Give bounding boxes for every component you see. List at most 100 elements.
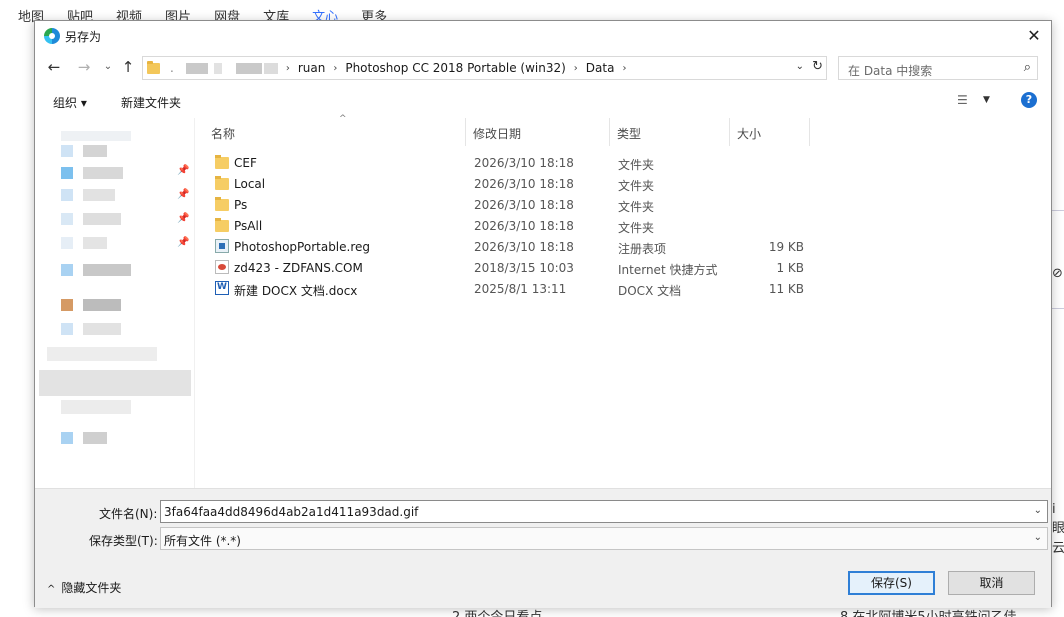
file-row[interactable]: PsAll 2026/3/10 18:18 文件夹 xyxy=(196,215,796,236)
file-date: 2026/3/10 18:18 xyxy=(474,156,574,170)
refresh-icon[interactable]: ↻ xyxy=(812,59,823,74)
pin-icon[interactable]: 📌 xyxy=(177,237,189,248)
file-name: PhotoshopPortable.reg xyxy=(234,240,371,254)
bg-divider xyxy=(1052,308,1064,309)
bg-right-text: i眼 xyxy=(1052,502,1064,536)
column-header-label: 大小 xyxy=(737,127,762,141)
chevron-right-icon[interactable]: › xyxy=(622,63,626,74)
breadcrumb-item[interactable]: ruan xyxy=(298,61,326,75)
file-row[interactable]: Local 2026/3/10 18:18 文件夹 xyxy=(196,173,796,194)
pin-icon[interactable]: 📌 xyxy=(177,165,189,176)
command-toolbar: 组织 ▾ 新建文件夹 ☰ ▼ ? xyxy=(35,89,1051,115)
file-type: 文件夹 xyxy=(618,200,655,214)
search-box[interactable]: 在 Data 中搜索 ⌕ xyxy=(838,56,1038,80)
folder-icon xyxy=(215,155,229,169)
chevron-right-icon[interactable]: › xyxy=(286,63,290,74)
column-header-label: 名称 xyxy=(211,127,236,141)
chevron-down-icon[interactable]: ▼ xyxy=(983,95,990,105)
pin-icon[interactable]: 📌 xyxy=(177,189,189,200)
file-row[interactable]: CEF 2026/3/10 18:18 文件夹 xyxy=(196,152,796,173)
file-list[interactable]: 名称 ^ 修改日期 类型 大小 CEF 2026/3/10 18:18 文件夹 … xyxy=(196,114,1052,488)
chevron-down-icon[interactable]: ⌄ xyxy=(796,61,804,72)
pin-icon[interactable]: 📌 xyxy=(177,213,189,224)
column-header-size[interactable]: 大小 xyxy=(730,118,810,146)
file-type: Internet 快捷方式 xyxy=(618,263,718,277)
cancel-button[interactable]: 取消 xyxy=(948,571,1035,595)
file-row[interactable]: Ps 2026/3/10 18:18 文件夹 xyxy=(196,194,796,215)
view-options-icon[interactable]: ☰ xyxy=(957,93,968,107)
chevron-down-icon[interactable]: ⌄ xyxy=(1034,505,1042,516)
column-header-name[interactable]: 名称 ^ xyxy=(204,114,466,146)
file-name: Ps xyxy=(234,198,248,212)
title-bar: 另存为 ✕ xyxy=(35,21,1051,51)
file-date: 2026/3/10 18:18 xyxy=(474,177,574,191)
chevron-right-icon[interactable]: › xyxy=(333,63,337,74)
folder-icon xyxy=(147,60,160,74)
file-name: zd423 - ZDFANS.COM xyxy=(234,261,363,275)
redacted-nav-item xyxy=(61,131,131,141)
organize-menu-button[interactable]: 组织 ▾ xyxy=(53,94,87,111)
navigation-bar: ← → ⌄ ↑ . › ruan › Photoshop CC 2018 Por… xyxy=(35,54,1051,82)
filetype-value: 所有文件 (*.*) xyxy=(164,534,241,548)
filename-input[interactable]: 3fa64faa4dd8496d4ab2a1d411a93dad.gif ⌄ xyxy=(160,500,1048,523)
close-button[interactable]: ✕ xyxy=(1023,25,1045,47)
internet-shortcut-icon xyxy=(215,260,229,274)
hide-folders-toggle[interactable]: ^ 隐藏文件夹 xyxy=(47,579,121,596)
file-name: Local xyxy=(234,177,266,191)
edge-browser-icon xyxy=(44,28,60,44)
file-date: 2026/3/10 18:18 xyxy=(474,240,574,254)
word-document-icon xyxy=(215,281,229,295)
breadcrumb-item[interactable]: Data xyxy=(586,61,615,75)
recent-locations-chevron-icon[interactable]: ⌄ xyxy=(98,57,118,77)
address-bar[interactable]: . › ruan › Photoshop CC 2018 Portable (w… xyxy=(142,56,827,80)
redacted-nav-item xyxy=(61,264,73,276)
file-size: 1 KB xyxy=(776,261,804,275)
file-date: 2018/3/15 10:03 xyxy=(474,261,574,275)
hide-folders-label: 隐藏文件夹 xyxy=(61,581,122,595)
file-type: 文件夹 xyxy=(618,158,655,172)
filename-label: 文件名(N): xyxy=(99,507,158,521)
forward-arrow-icon[interactable]: → xyxy=(74,57,94,77)
file-row[interactable]: zd423 - ZDFANS.COM 2018/3/15 10:03 Inter… xyxy=(196,257,804,278)
folder-icon xyxy=(215,218,229,232)
file-type: 文件夹 xyxy=(618,179,655,193)
help-icon[interactable]: ? xyxy=(1021,92,1037,108)
filename-value: 3fa64faa4dd8496d4ab2a1d411a93dad.gif xyxy=(164,505,419,519)
redacted-breadcrumb xyxy=(185,62,208,74)
column-header-type[interactable]: 类型 xyxy=(610,118,730,146)
filetype-label: 保存类型(T): xyxy=(89,534,158,548)
folder-icon xyxy=(215,197,229,211)
file-date: 2025/8/1 13:11 xyxy=(474,282,567,296)
search-placeholder: 在 Data 中搜索 xyxy=(848,64,933,78)
file-row[interactable]: 新建 DOCX 文档.docx 2025/8/1 13:11 DOCX 文档 1… xyxy=(196,278,804,299)
redacted-nav-item xyxy=(61,299,73,311)
file-size: 11 KB xyxy=(768,282,804,296)
chevron-down-icon[interactable]: ⌄ xyxy=(1034,532,1042,543)
file-date: 2026/3/10 18:18 xyxy=(474,219,574,233)
save-button[interactable]: 保存(S) xyxy=(848,571,935,595)
up-arrow-icon[interactable]: ↑ xyxy=(118,57,138,77)
file-row[interactable]: PhotoshopPortable.reg 2026/3/10 18:18 注册… xyxy=(196,236,804,257)
file-name: PsAll xyxy=(234,219,263,233)
chevron-up-icon: ^ xyxy=(47,584,56,595)
navigation-pane[interactable]: 📌 📌 📌 📌 xyxy=(35,118,195,488)
column-header-date[interactable]: 修改日期 xyxy=(466,118,610,146)
breadcrumb-item[interactable]: Photoshop CC 2018 Portable (win32) xyxy=(345,61,565,75)
chevron-right-icon[interactable]: › xyxy=(574,63,578,74)
save-as-dialog: 另存为 ✕ ← → ⌄ ↑ . › ruan › Photoshop CC 20… xyxy=(34,20,1052,608)
dialog-title: 另存为 xyxy=(65,30,102,44)
sort-ascending-icon: ^ xyxy=(339,114,347,124)
file-type: DOCX 文档 xyxy=(618,284,682,298)
bg-right-icon: ⊘ xyxy=(1052,266,1063,281)
file-type: 文件夹 xyxy=(618,221,655,235)
new-folder-button[interactable]: 新建文件夹 xyxy=(121,94,181,111)
back-arrow-icon[interactable]: ← xyxy=(44,57,64,77)
search-icon[interactable]: ⌕ xyxy=(1024,60,1031,75)
filetype-select[interactable]: 所有文件 (*.*) ⌄ xyxy=(160,527,1048,550)
column-header-label: 类型 xyxy=(617,127,642,141)
folder-icon xyxy=(215,176,229,190)
save-options-panel: 文件名(N): 3fa64faa4dd8496d4ab2a1d411a93dad… xyxy=(35,488,1051,608)
file-name: CEF xyxy=(234,156,257,170)
file-type: 注册表项 xyxy=(618,242,667,256)
column-header-label: 修改日期 xyxy=(473,127,522,141)
